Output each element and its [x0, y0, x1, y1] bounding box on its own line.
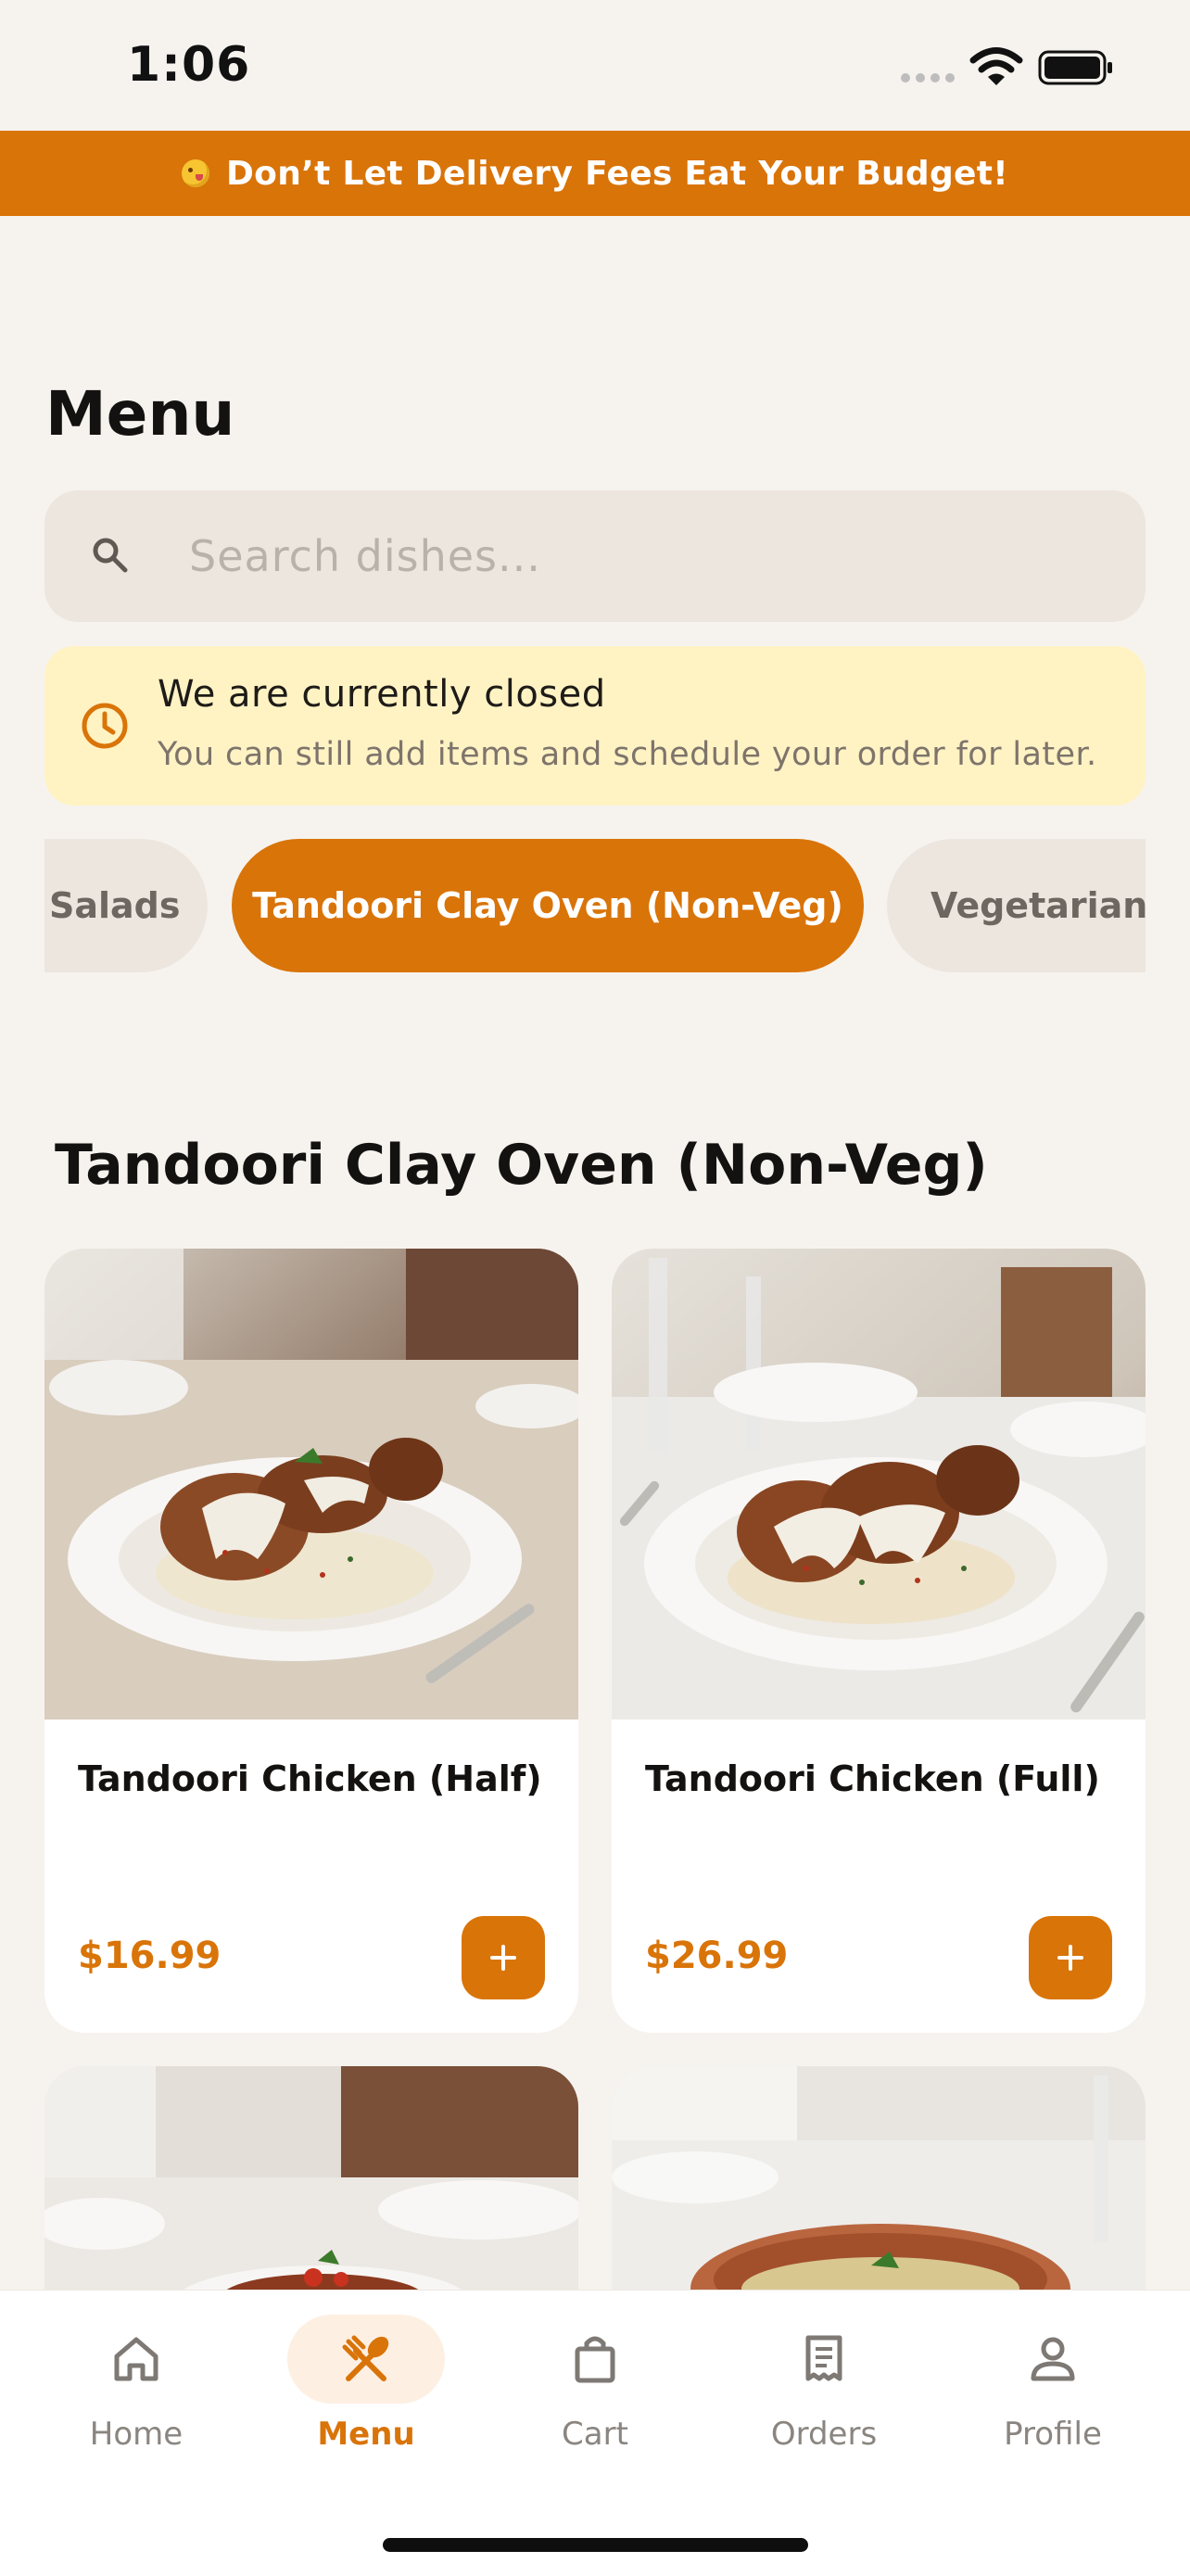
category-chip-label: Vegetarian Curries: [930, 885, 1146, 926]
tandoori-chicken-half-image: [44, 1249, 578, 1719]
product-name: Tandoori Chicken (Full): [645, 1758, 1100, 1799]
cellular-signal-icon: [901, 73, 955, 82]
smiling-face-emoji-icon: [182, 159, 209, 187]
tab-label: Profile: [1004, 2416, 1102, 2453]
person-icon: [1031, 2337, 1075, 2381]
product-price: $16.99: [78, 1935, 222, 1977]
tab-orders[interactable]: Orders: [731, 2308, 917, 2466]
category-chip-vegetarian[interactable]: Vegetarian Curries: [887, 839, 1146, 972]
section-title: Tandoori Clay Oven (Non-Veg): [55, 1133, 988, 1198]
category-chip-tandoori[interactable]: Tandoori Clay Oven (Non-Veg): [232, 839, 864, 972]
promo-text: Don’t Let Delivery Fees Eat Your Budget!: [226, 154, 1008, 193]
add-to-cart-button[interactable]: [462, 1916, 545, 1999]
status-time: 1:06: [127, 37, 251, 93]
tab-label: Orders: [770, 2416, 878, 2453]
battery-icon: [1038, 50, 1112, 85]
search-input[interactable]: [189, 519, 1097, 593]
tab-cart[interactable]: Cart: [502, 2308, 688, 2466]
tandoori-chicken-full-image: [612, 1249, 1146, 1719]
closed-notice: [44, 646, 1146, 806]
notice-title: We are currently closed: [158, 673, 606, 716]
tab-label: Home: [89, 2416, 184, 2453]
wifi-icon: [969, 47, 1023, 85]
plus-icon: [490, 1945, 516, 1971]
category-chip-label: Salads: [49, 885, 181, 926]
product-name: Tandoori Chicken (Half): [78, 1758, 542, 1799]
search-icon: [93, 538, 128, 573]
product-card[interactable]: Tandoori Chicken (Half) $16.99: [44, 1249, 578, 2033]
clock-icon: [82, 703, 128, 749]
category-chip-label: Tandoori Clay Oven (Non-Veg): [252, 885, 843, 926]
tab-profile[interactable]: Profile: [960, 2308, 1146, 2466]
product-price: $26.99: [645, 1935, 789, 1977]
home-icon: [114, 2337, 158, 2381]
shopping-bag-icon: [575, 2336, 615, 2383]
home-indicator: [383, 2538, 808, 2552]
plus-icon: [1057, 1945, 1083, 1971]
category-chip-salads[interactable]: Salads: [44, 839, 208, 972]
notice-subtitle: You can still add items and schedule you…: [158, 736, 1097, 773]
tab-menu[interactable]: Menu: [273, 2308, 459, 2466]
product-card[interactable]: Tandoori Chicken (Full) $26.99: [612, 1249, 1146, 2033]
category-chips[interactable]: Salads Tandoori Clay Oven (Non-Veg) Vege…: [44, 839, 1146, 972]
tab-label: Menu: [317, 2416, 415, 2453]
promo-banner[interactable]: Don’t Let Delivery Fees Eat Your Budget!: [0, 131, 1190, 216]
tab-label: Cart: [562, 2416, 628, 2453]
tab-home[interactable]: Home: [44, 2308, 229, 2466]
page-title: Menu: [45, 378, 235, 450]
receipt-icon: [805, 2335, 842, 2381]
fork-spoon-icon: [342, 2335, 389, 2381]
add-to-cart-button[interactable]: [1029, 1916, 1112, 1999]
